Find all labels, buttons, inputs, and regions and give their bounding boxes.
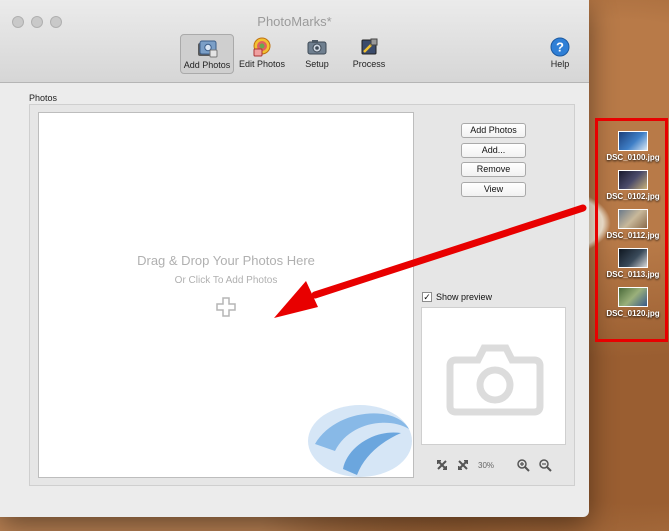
drag-arrow-annotation (274, 204, 587, 318)
